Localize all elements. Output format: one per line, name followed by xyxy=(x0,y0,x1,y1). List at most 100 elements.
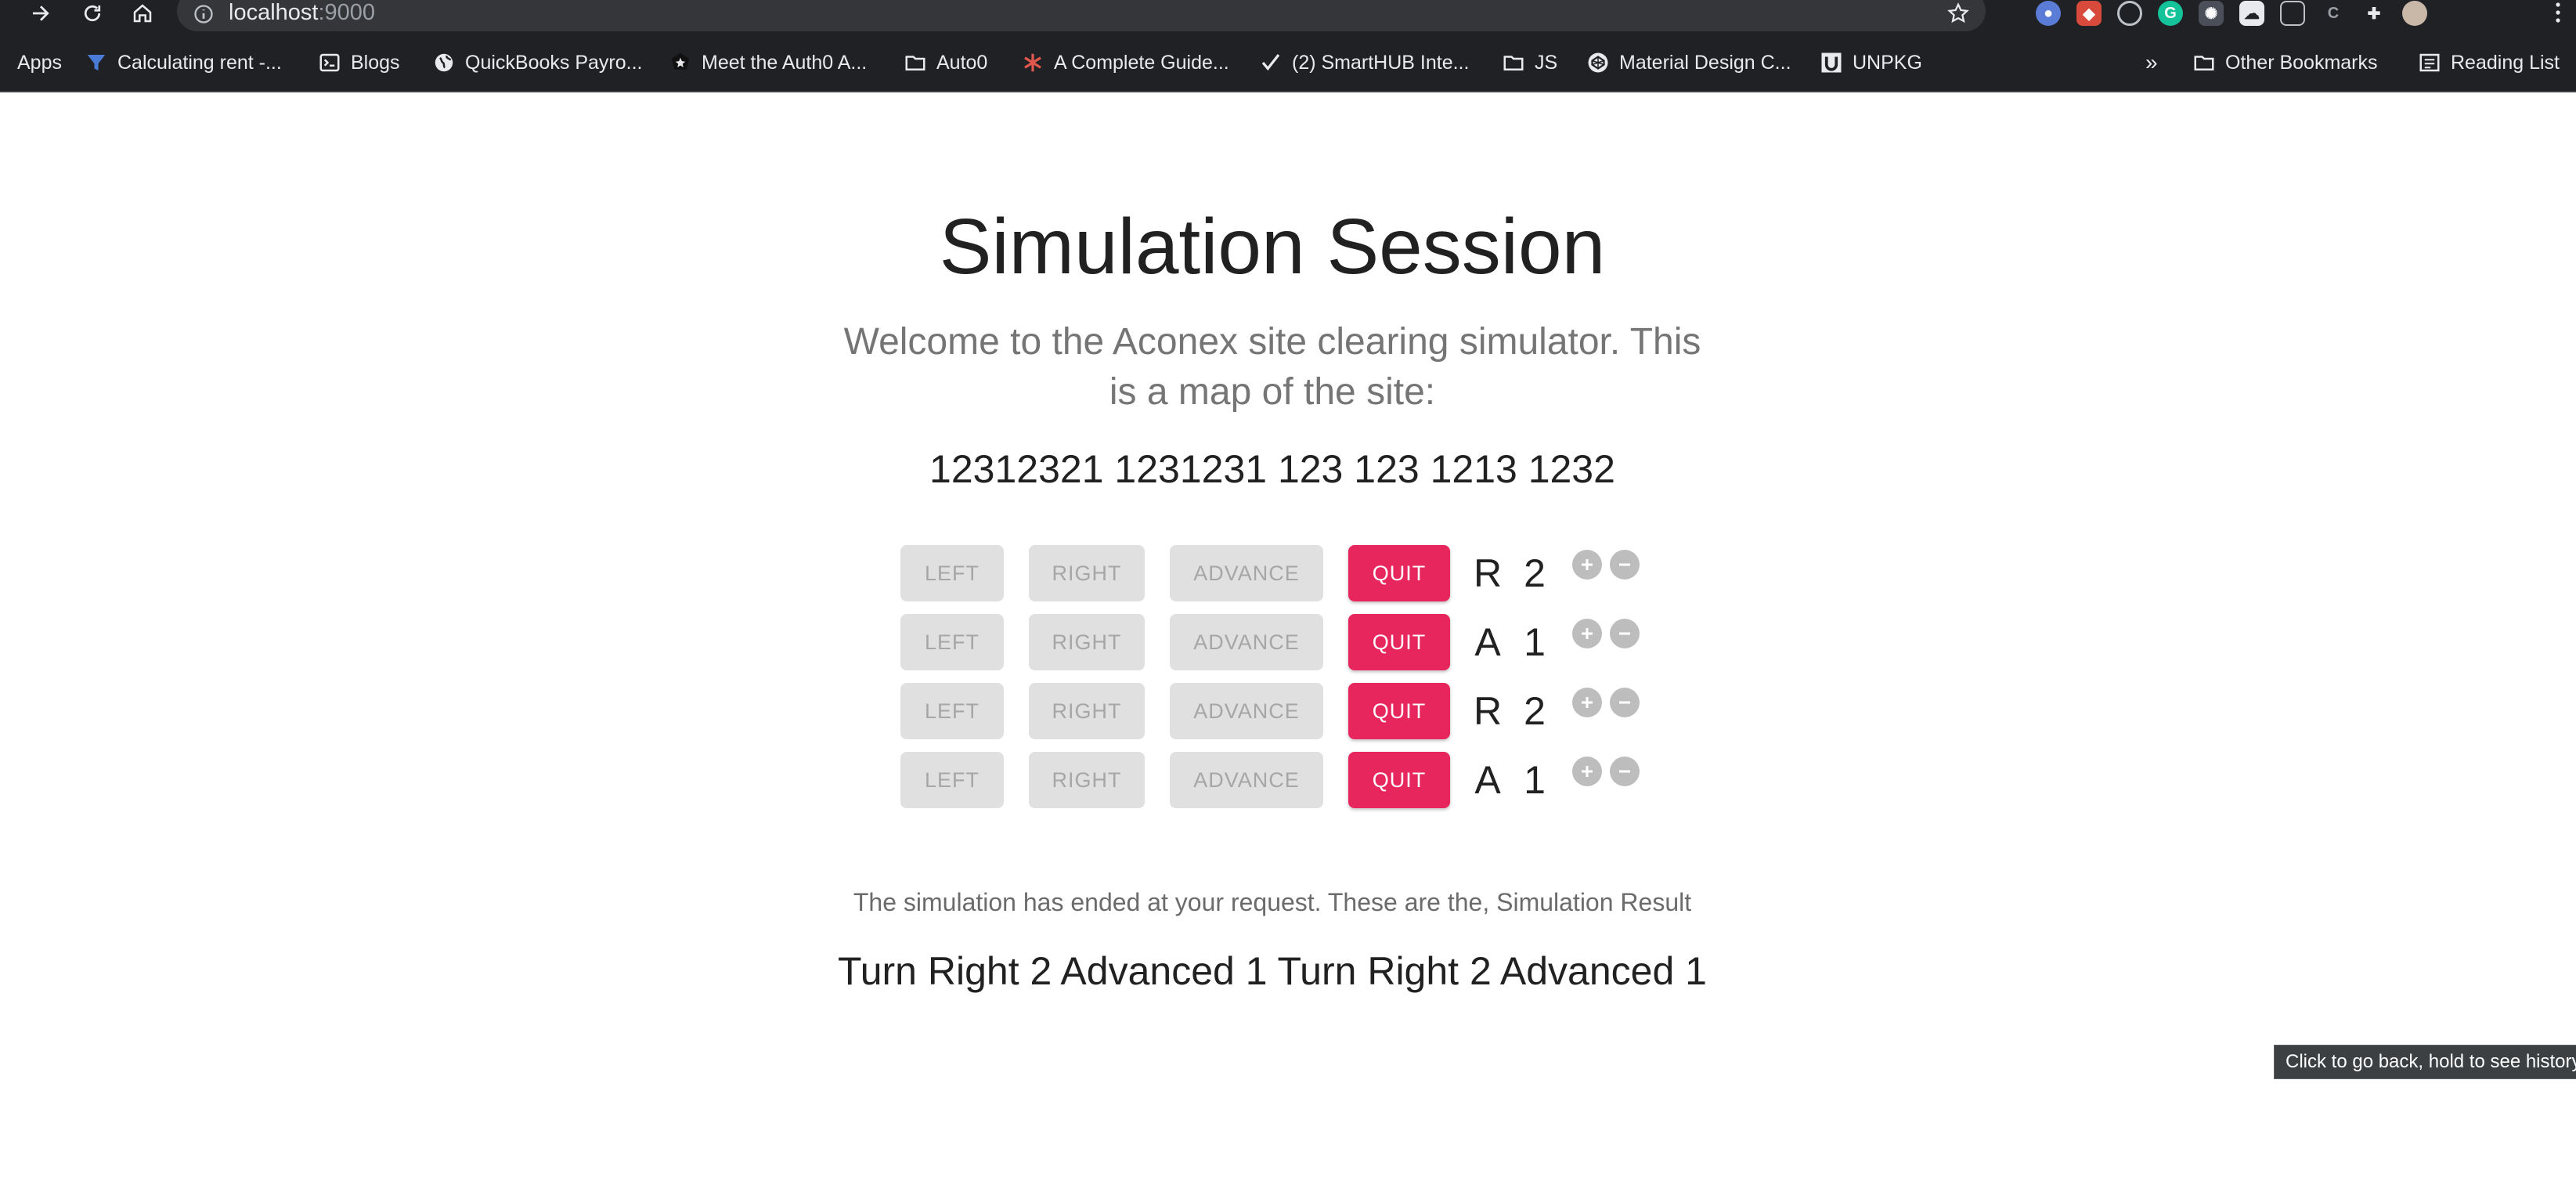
intro-text: Welcome to the Aconex site clearing simu… xyxy=(843,321,1701,413)
end-message: The simulation has ended at your request… xyxy=(853,888,1692,916)
bookmark-smarthub[interactable]: (2) SmartHUB Inte... xyxy=(1259,34,1469,91)
extension-c-icon[interactable]: C xyxy=(2321,1,2346,26)
url-text[interactable]: localhost:9000 xyxy=(229,0,375,26)
left-button[interactable]: LEFT xyxy=(900,683,1004,739)
reload-icon[interactable] xyxy=(75,0,110,27)
bookmark-quickbooks[interactable]: QuickBooks Payro... xyxy=(432,34,642,91)
command-letter: R xyxy=(1473,689,1503,733)
simulation-result: Turn Right 2 Advanced 1 Turn Right 2 Adv… xyxy=(838,949,1707,993)
quit-button[interactable]: QUIT xyxy=(1348,683,1450,739)
right-button[interactable]: RIGHT xyxy=(1029,614,1145,670)
info-icon[interactable] xyxy=(193,3,215,25)
advance-button[interactable]: ADVANCE xyxy=(1170,683,1323,739)
checkmark-icon xyxy=(1259,51,1283,74)
asterisk-icon xyxy=(1021,51,1044,74)
reading-list-icon xyxy=(2418,51,2441,74)
bookmark-label: Material Design C... xyxy=(1619,51,1791,74)
command-count: 1 xyxy=(1524,758,1546,802)
overflow-label: » xyxy=(2145,50,2158,74)
bookmark-complete-guide[interactable]: A Complete Guide... xyxy=(1021,34,1229,91)
increment-icon[interactable] xyxy=(1572,688,1602,717)
increment-icon[interactable] xyxy=(1572,757,1602,786)
quit-button[interactable]: QUIT xyxy=(1348,752,1450,808)
extension-chart-icon[interactable] xyxy=(2280,1,2305,26)
bookmark-label: QuickBooks Payro... xyxy=(465,51,643,74)
extension-chat-icon[interactable]: ☁ xyxy=(2239,1,2264,26)
control-row: LEFT RIGHT ADVANCE QUIT A 1 xyxy=(0,752,2576,808)
back-button-tooltip: Click to go back, hold to see history xyxy=(2274,1045,2576,1079)
quit-button[interactable]: QUIT xyxy=(1348,545,1450,601)
menu-dots-icon[interactable] xyxy=(2546,0,2570,27)
bookmark-calculating-rent[interactable]: Calculating rent -... xyxy=(85,34,282,91)
globe-icon xyxy=(432,51,456,74)
extension-gear-icon[interactable]: ✺ xyxy=(2199,1,2224,26)
other-bookmarks-label: Other Bookmarks xyxy=(2225,51,2378,74)
decrement-icon[interactable] xyxy=(1610,757,1640,786)
bookmark-label: A Complete Guide... xyxy=(1054,51,1229,74)
bookmark-label: Auto0 xyxy=(936,51,988,74)
home-icon[interactable] xyxy=(125,0,160,27)
bookmark-label: Apps xyxy=(17,51,62,74)
bookmark-folder-auto0[interactable]: Auto0 xyxy=(904,34,987,91)
right-button[interactable]: RIGHT xyxy=(1029,545,1145,601)
bookmark-unpkg[interactable]: UNPKG xyxy=(1820,34,1922,91)
bookmark-label: Meet the Auth0 A... xyxy=(702,51,868,74)
bookmarks-overflow-button[interactable]: » xyxy=(2145,34,2158,91)
bookmarks-bar: Apps Calculating rent -... Blogs QuickBo… xyxy=(0,34,2576,92)
control-row: LEFT RIGHT ADVANCE QUIT R 2 xyxy=(0,683,2576,739)
extension-target-icon[interactable] xyxy=(2117,1,2142,26)
reading-list[interactable]: Reading List xyxy=(2418,34,2560,91)
advance-button[interactable]: ADVANCE xyxy=(1170,752,1323,808)
bookmark-blogs[interactable]: Blogs xyxy=(318,34,400,91)
right-button[interactable]: RIGHT xyxy=(1029,752,1145,808)
command-count: 2 xyxy=(1524,551,1546,595)
advance-button[interactable]: ADVANCE xyxy=(1170,614,1323,670)
codepen-icon xyxy=(1586,51,1610,74)
folder-icon xyxy=(904,51,927,74)
advance-button[interactable]: ADVANCE xyxy=(1170,545,1323,601)
bookmark-label: Blogs xyxy=(351,51,400,74)
increment-icon[interactable] xyxy=(1572,550,1602,580)
folder-icon xyxy=(2192,51,2216,74)
page-title: Simulation Session xyxy=(939,203,1606,291)
left-button[interactable]: LEFT xyxy=(900,545,1004,601)
quit-button[interactable]: QUIT xyxy=(1348,614,1450,670)
bookmark-apps[interactable]: Apps xyxy=(17,34,62,91)
browser-toolbar: localhost:9000 ● ◆ G ✺ ☁ C ✚ xyxy=(0,0,2576,34)
funnel-icon xyxy=(85,51,108,74)
left-button[interactable]: LEFT xyxy=(900,614,1004,670)
forward-icon[interactable] xyxy=(23,0,58,27)
command-count: 1 xyxy=(1524,620,1546,664)
profile-avatar[interactable] xyxy=(2402,1,2427,26)
right-button[interactable]: RIGHT xyxy=(1029,683,1145,739)
extension-drop-icon[interactable]: ● xyxy=(2036,1,2061,26)
url-port: :9000 xyxy=(318,0,376,25)
extensions-area: ● ◆ G ✺ ☁ C ✚ xyxy=(2036,0,2427,27)
extension-red-icon[interactable]: ◆ xyxy=(2076,1,2102,26)
terminal-icon xyxy=(318,51,341,74)
control-row: LEFT RIGHT ADVANCE QUIT R 2 xyxy=(0,545,2576,601)
bookmark-label: UNPKG xyxy=(1853,51,1922,74)
decrement-icon[interactable] xyxy=(1610,619,1640,648)
site-map: 12312321 1231231 123 123 1213 1232 xyxy=(929,447,1615,491)
control-row: LEFT RIGHT ADVANCE QUIT A 1 xyxy=(0,614,2576,670)
bookmark-label: JS xyxy=(1535,51,1558,74)
bookmark-auth0[interactable]: Meet the Auth0 A... xyxy=(669,34,867,91)
folder-icon xyxy=(1502,51,1525,74)
left-button[interactable]: LEFT xyxy=(900,752,1004,808)
bookmark-material-design[interactable]: Material Design C... xyxy=(1586,34,1791,91)
auth0-icon xyxy=(669,51,692,74)
other-bookmarks[interactable]: Other Bookmarks xyxy=(2192,34,2378,91)
bookmark-star-icon[interactable] xyxy=(1946,2,1970,25)
puzzle-icon[interactable]: ✚ xyxy=(2361,1,2387,26)
bookmark-label: (2) SmartHUB Inte... xyxy=(1292,51,1470,74)
address-bar[interactable]: localhost:9000 xyxy=(177,0,1986,31)
reading-list-label: Reading List xyxy=(2451,51,2560,74)
decrement-icon[interactable] xyxy=(1610,550,1640,580)
increment-icon[interactable] xyxy=(1572,619,1602,648)
grammarly-icon[interactable]: G xyxy=(2158,1,2183,26)
bookmark-folder-js[interactable]: JS xyxy=(1502,34,1557,91)
unpkg-icon xyxy=(1820,51,1843,74)
decrement-icon[interactable] xyxy=(1610,688,1640,717)
command-letter: A xyxy=(1474,758,1501,802)
